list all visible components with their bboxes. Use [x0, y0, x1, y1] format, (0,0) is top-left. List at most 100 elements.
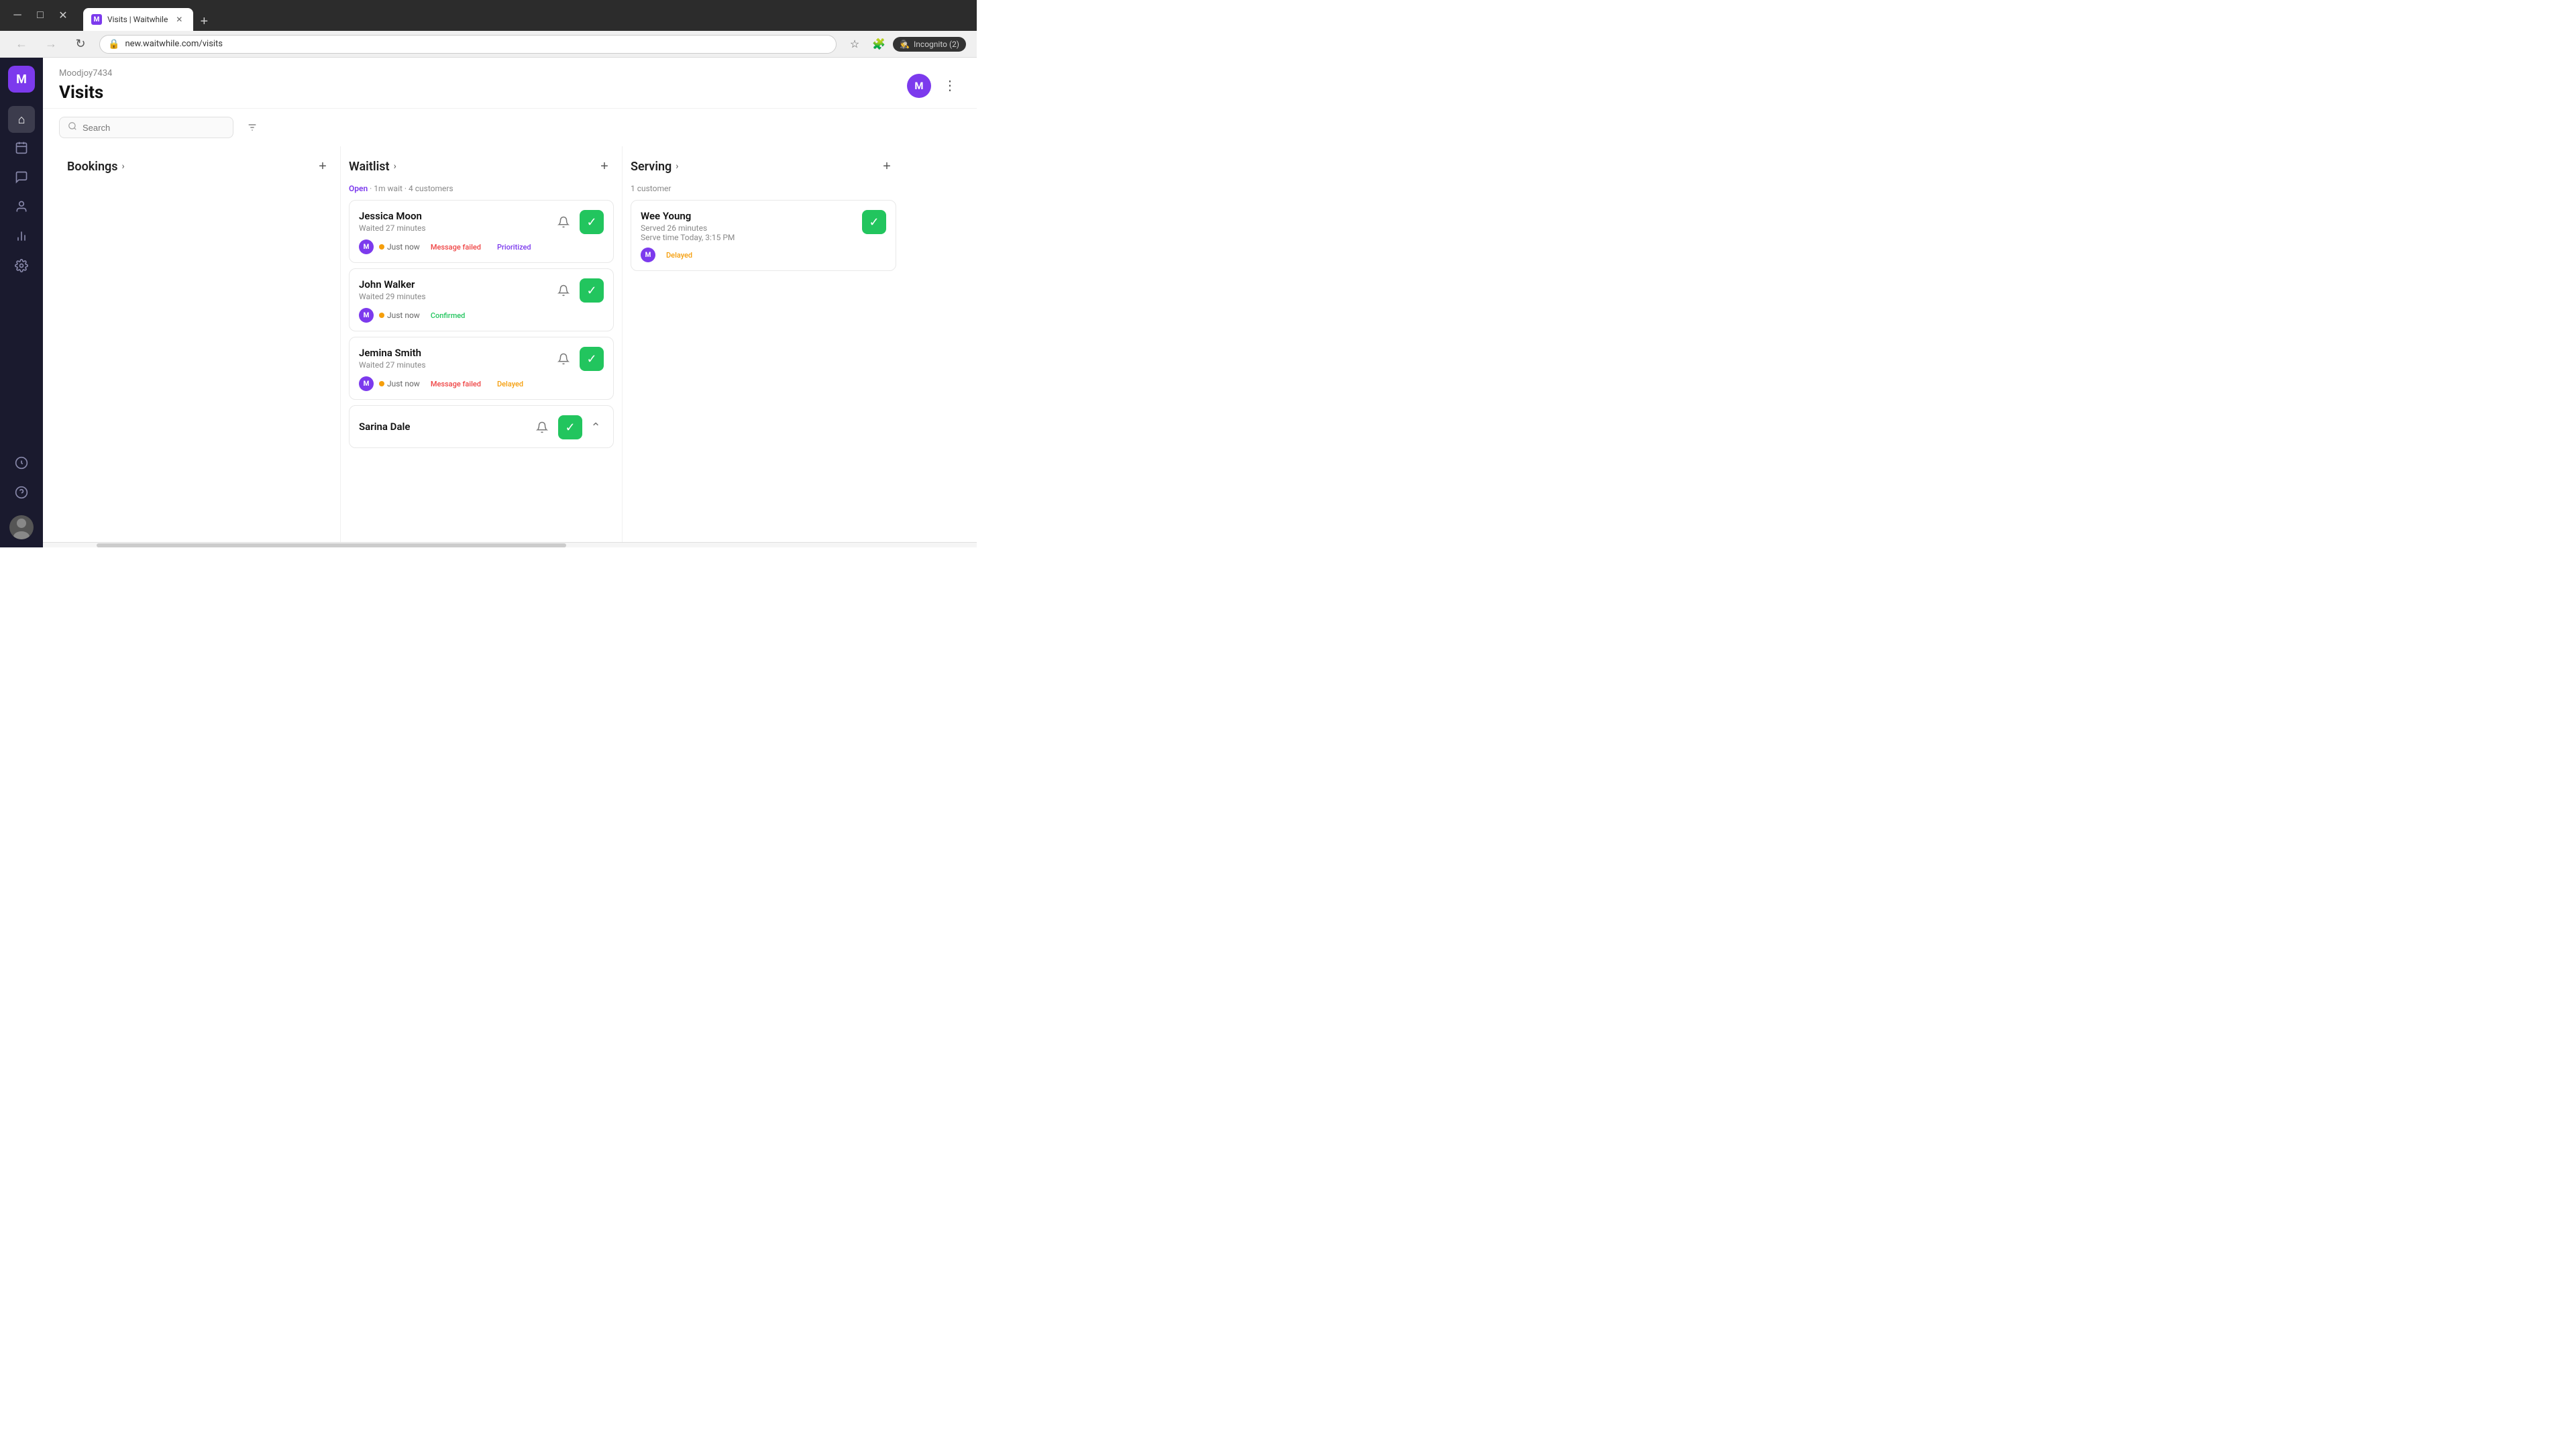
- home-icon: ⌂: [18, 113, 25, 127]
- waitlist-column-header: Waitlist › +: [349, 146, 614, 184]
- url-bar[interactable]: 🔒 new.waitwhile.com/visits: [99, 35, 837, 54]
- card-john-walker[interactable]: John Walker Waited 29 minutes ✓: [349, 268, 614, 331]
- wee-avatar: M: [641, 248, 655, 262]
- waitlist-column-title: Waitlist: [349, 160, 390, 174]
- bookings-title-wrap[interactable]: Bookings ›: [67, 160, 125, 174]
- sidebar-item-users[interactable]: [8, 195, 35, 221]
- jessica-bell-button[interactable]: [553, 211, 574, 233]
- card-john-actions: ✓: [553, 278, 604, 303]
- jemina-avatar: M: [359, 376, 374, 391]
- workspace-name: Moodjoy7434: [59, 68, 112, 78]
- bookings-add-button[interactable]: +: [313, 157, 332, 176]
- john-check-button[interactable]: ✓: [580, 278, 604, 303]
- card-wee-info: Wee Young Served 26 minutes Serve time T…: [641, 210, 862, 242]
- sidebar-item-calendar[interactable]: [8, 136, 35, 162]
- card-jemina-name: Jemina Smith: [359, 347, 553, 359]
- sidebar-item-messages[interactable]: [8, 165, 35, 192]
- horizontal-scrollbar[interactable]: [43, 542, 977, 547]
- main-content: Moodjoy7434 Visits M ⋮: [43, 58, 977, 547]
- active-tab[interactable]: M Visits | Waitwhile ✕: [83, 8, 193, 31]
- tab-close-button[interactable]: ✕: [173, 13, 185, 25]
- waitlist-add-button[interactable]: +: [595, 157, 614, 176]
- user-avatar[interactable]: M: [907, 74, 931, 98]
- columns-container: Bookings › + Waitlist › + Open: [43, 146, 977, 542]
- tab-favicon: M: [91, 14, 102, 25]
- close-button[interactable]: ✕: [54, 6, 72, 25]
- sarina-check-button[interactable]: ✓: [558, 415, 582, 439]
- sarina-collapse-button[interactable]: ⌃: [588, 419, 604, 435]
- page-header: Moodjoy7434 Visits: [59, 68, 112, 103]
- browser-actions: ☆ 🧩 🕵 Incognito (2): [845, 34, 966, 54]
- help-icon: [15, 486, 28, 502]
- waitlist-status-open: Open: [349, 184, 368, 193]
- card-wee-serve-time: Serve time Today, 3:15 PM: [641, 233, 862, 242]
- john-time: Just now: [379, 311, 420, 320]
- tab-title: Visits | Waitwhile: [107, 15, 168, 24]
- incognito-label: Incognito (2): [914, 40, 959, 49]
- back-button[interactable]: ←: [11, 34, 32, 55]
- card-sarina-actions: ✓ ⌃: [531, 415, 604, 439]
- jemina-bell-button[interactable]: [553, 348, 574, 370]
- browser-window-controls[interactable]: ─ □ ✕: [8, 6, 72, 25]
- reload-button[interactable]: ↻: [70, 34, 91, 55]
- integrations-icon: [15, 456, 28, 473]
- jessica-check-button[interactable]: ✓: [580, 210, 604, 234]
- sarina-bell-button[interactable]: [531, 417, 553, 438]
- tab-bar: M Visits | Waitwhile ✕ +: [83, 0, 213, 31]
- browser-chrome: ─ □ ✕ M Visits | Waitwhile ✕ +: [0, 0, 977, 31]
- waitlist-title-wrap[interactable]: Waitlist ›: [349, 160, 396, 174]
- jemina-check-button[interactable]: ✓: [580, 347, 604, 371]
- bookings-column-title: Bookings: [67, 160, 118, 174]
- sidebar-item-settings[interactable]: [8, 254, 35, 280]
- john-time-label: Just now: [387, 311, 420, 320]
- card-jemina-info: Jemina Smith Waited 27 minutes: [359, 347, 553, 370]
- sidebar-item-home[interactable]: ⌂: [8, 106, 35, 133]
- john-badge-confirmed: Confirmed: [425, 310, 471, 321]
- card-john-wait: Waited 29 minutes: [359, 292, 553, 301]
- minimize-button[interactable]: ─: [8, 6, 27, 25]
- card-jemina-top: Jemina Smith Waited 27 minutes ✓: [359, 347, 604, 371]
- address-bar: ← → ↻ 🔒 new.waitwhile.com/visits ☆ 🧩 🕵 I…: [0, 31, 977, 58]
- waitlist-column-meta: Open · 1m wait · 4 customers: [349, 184, 614, 200]
- card-sarina-dale[interactable]: Sarina Dale ✓ ⌃: [349, 405, 614, 448]
- wee-check-button[interactable]: ✓: [862, 210, 886, 234]
- serving-add-button[interactable]: +: [877, 157, 896, 176]
- jessica-status-dot: [379, 244, 384, 250]
- jessica-badge-prioritized: Prioritized: [492, 241, 537, 253]
- top-bar: Moodjoy7434 Visits M ⋮: [43, 58, 977, 109]
- card-sarina-info: Sarina Dale: [359, 421, 531, 434]
- new-tab-button[interactable]: +: [195, 12, 213, 31]
- sidebar-logo[interactable]: M: [8, 66, 35, 93]
- card-jessica-wait: Waited 27 minutes: [359, 223, 553, 233]
- jemina-badge-delayed: Delayed: [492, 378, 529, 390]
- extensions-button[interactable]: 🧩: [869, 34, 889, 54]
- sidebar-item-help[interactable]: [8, 480, 35, 507]
- more-options-button[interactable]: ⋮: [939, 75, 961, 97]
- sidebar-item-integrations[interactable]: [8, 451, 35, 478]
- filter-button[interactable]: [241, 117, 263, 138]
- john-bell-button[interactable]: [553, 280, 574, 301]
- jessica-badge-failed: Message failed: [425, 241, 486, 253]
- card-jessica-top: Jessica Moon Waited 27 minutes ✓: [359, 210, 604, 234]
- bookmark-button[interactable]: ☆: [845, 34, 865, 54]
- waitlist-column: Waitlist › + Open · 1m wait · 4 customer…: [341, 146, 623, 542]
- card-john-info: John Walker Waited 29 minutes: [359, 278, 553, 301]
- maximize-button[interactable]: □: [31, 6, 50, 25]
- card-john-top: John Walker Waited 29 minutes ✓: [359, 278, 604, 303]
- search-input-wrap[interactable]: [59, 117, 233, 138]
- jemina-time-label: Just now: [387, 379, 420, 388]
- card-jemina-footer: M Just now Message failed Delayed: [359, 376, 604, 391]
- sidebar-item-analytics[interactable]: [8, 224, 35, 251]
- search-bar: [43, 109, 977, 146]
- serving-title-wrap[interactable]: Serving ›: [631, 160, 679, 174]
- card-wee-young[interactable]: Wee Young Served 26 minutes Serve time T…: [631, 200, 896, 271]
- card-jemina-smith[interactable]: Jemina Smith Waited 27 minutes ✓: [349, 337, 614, 400]
- forward-button[interactable]: →: [40, 34, 62, 55]
- search-input[interactable]: [83, 123, 225, 133]
- bookings-chevron-icon: ›: [122, 161, 125, 172]
- sidebar-user-avatar[interactable]: [9, 515, 34, 539]
- serving-column-title: Serving: [631, 160, 672, 174]
- card-jemina-actions: ✓: [553, 347, 604, 371]
- scrollbar-thumb[interactable]: [97, 543, 566, 547]
- card-jessica-moon[interactable]: Jessica Moon Waited 27 minutes ✓: [349, 200, 614, 263]
